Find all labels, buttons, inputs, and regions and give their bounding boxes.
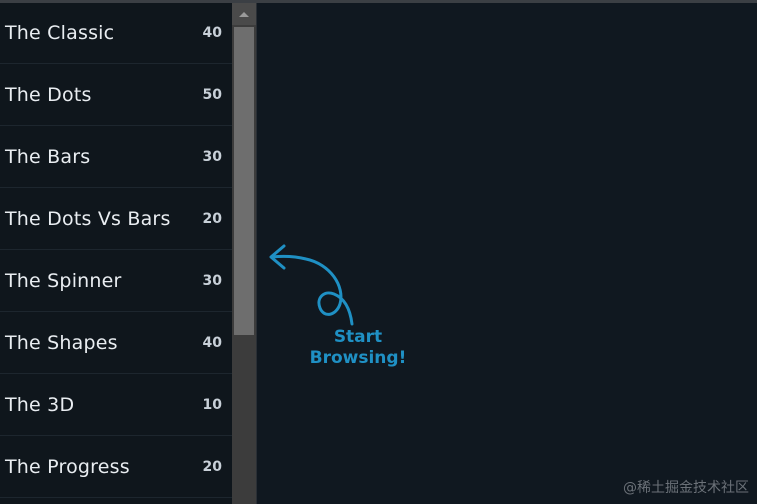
item-label: The Progress [5, 455, 130, 478]
list-item[interactable]: The Bars 30 [0, 126, 232, 188]
item-count: 20 [202, 210, 222, 227]
item-label: The Classic [5, 22, 115, 44]
item-label: The 3D [5, 393, 75, 416]
item-label: The Dots Vs Bars [5, 207, 171, 230]
list-item[interactable]: The Progress 20 [0, 436, 232, 498]
scroll-thumb[interactable] [234, 27, 254, 335]
item-count: 50 [202, 86, 222, 103]
sidebar-list: The Classic 40 The Dots 50 The Bars 30 T… [0, 3, 232, 504]
scroll-up-button[interactable] [232, 3, 256, 25]
triangle-up-icon [239, 11, 249, 17]
item-label: The Bars [5, 145, 91, 168]
item-count: 20 [202, 458, 222, 475]
list-item[interactable]: The Shapes 40 [0, 312, 232, 374]
item-count: 30 [202, 272, 222, 289]
list-item[interactable]: The Spinner 30 [0, 250, 232, 312]
sidebar-scrollbar[interactable] [232, 3, 257, 504]
curly-arrow-icon [269, 244, 354, 326]
item-label: The Shapes [5, 331, 118, 354]
list-item[interactable]: The 3D 10 [0, 374, 232, 436]
hint-line-1: Start [333, 327, 383, 347]
item-count: 40 [202, 334, 222, 351]
item-count: 40 [202, 25, 222, 41]
start-browsing-hint: Start Browsing! [296, 327, 420, 369]
hint-line-2: Browsing! [309, 348, 407, 368]
watermark: @稀土掘金技术社区 [623, 480, 749, 496]
item-count: 10 [202, 396, 222, 413]
list-item[interactable]: The Dots 50 [0, 64, 232, 126]
list-item[interactable]: The Dots Vs Bars 20 [0, 188, 232, 250]
list-item[interactable]: The Classic 40 [0, 3, 232, 64]
item-count: 30 [202, 148, 222, 165]
item-label: The Spinner [5, 269, 122, 292]
item-label: The Dots [5, 83, 92, 106]
